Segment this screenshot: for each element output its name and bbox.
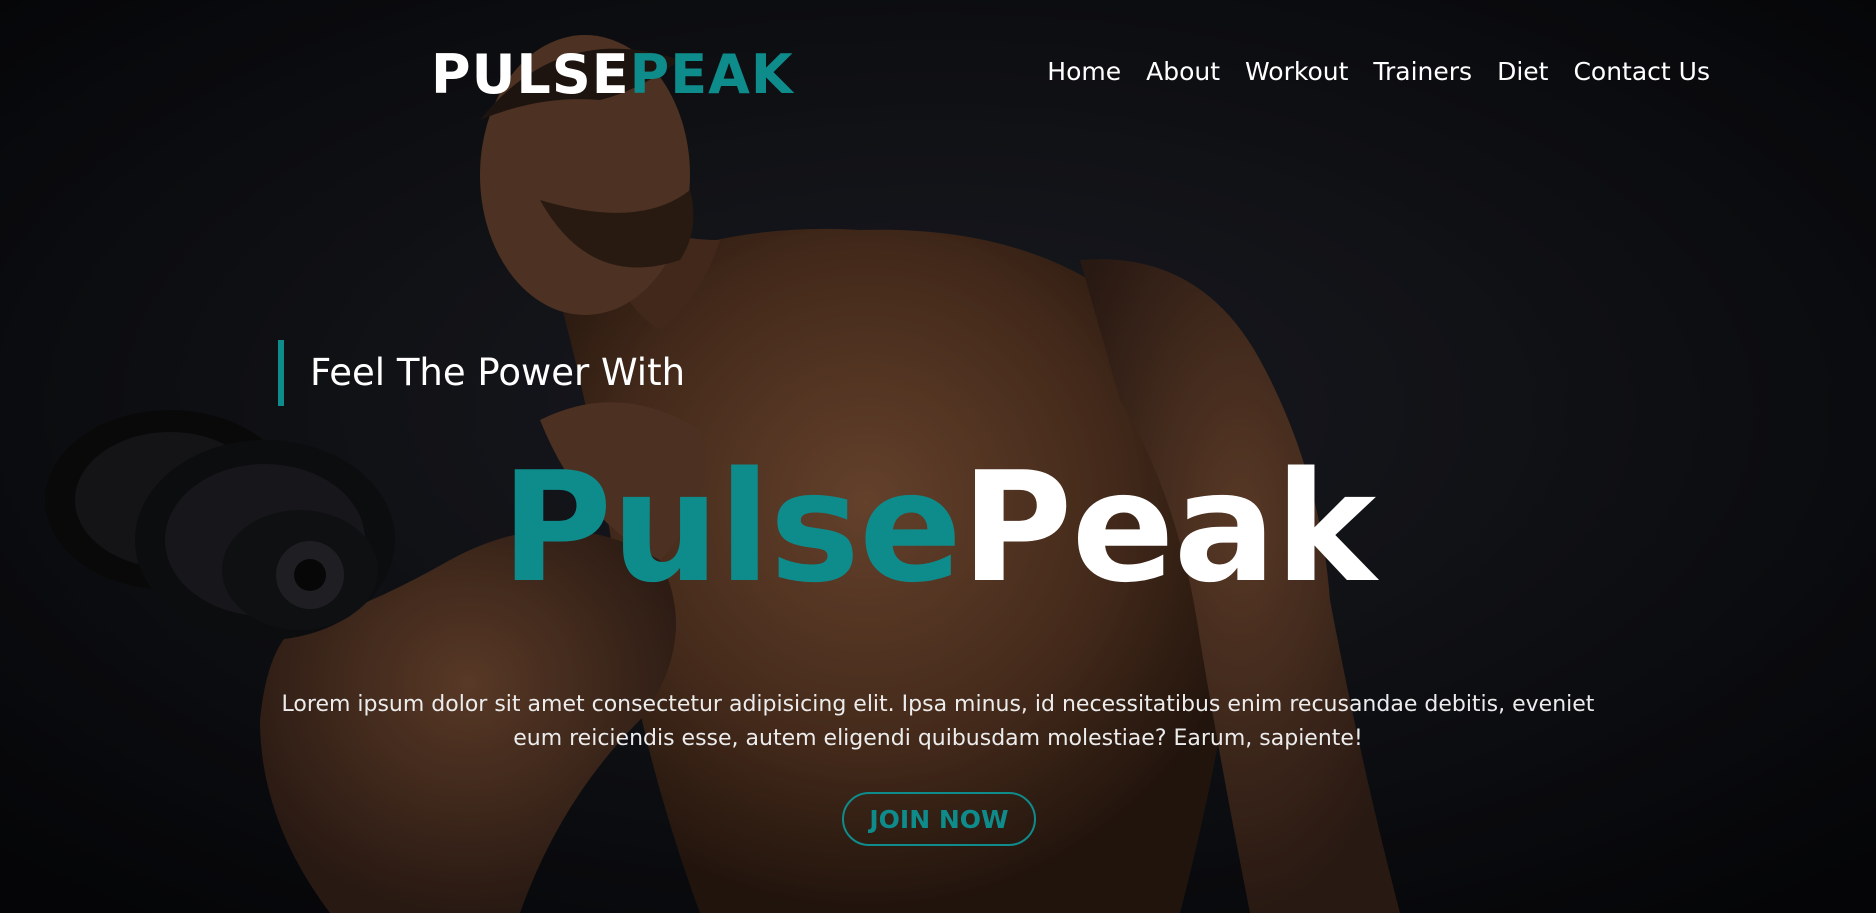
- nav-trainers[interactable]: Trainers: [1373, 56, 1472, 88]
- logo-part-1: PULSE: [431, 43, 630, 106]
- nav-about[interactable]: About: [1146, 56, 1220, 88]
- tagline-accent-bar: [278, 340, 284, 406]
- nav-diet[interactable]: Diet: [1497, 56, 1548, 88]
- brand-part-2: Peak: [961, 439, 1376, 616]
- nav-contact-us[interactable]: Contact Us: [1573, 56, 1710, 88]
- hero-section: PULSEPEAK Home About Workout Trainers Di…: [0, 0, 1876, 913]
- nav-home[interactable]: Home: [1047, 56, 1121, 88]
- hero-brand-title: PulsePeak: [0, 438, 1876, 618]
- brand-part-1: Pulse: [500, 439, 962, 616]
- hero-tagline: Feel The Power With: [310, 351, 686, 394]
- join-now-button[interactable]: JOIN NOW: [842, 792, 1036, 846]
- hero-description: Lorem ipsum dolor sit amet consectetur a…: [281, 692, 1595, 751]
- logo-part-2: PEAK: [629, 43, 794, 106]
- main-nav: Home About Workout Trainers Diet Contact…: [1047, 56, 1710, 88]
- site-logo[interactable]: PULSEPEAK: [431, 42, 794, 108]
- nav-workout[interactable]: Workout: [1245, 56, 1348, 88]
